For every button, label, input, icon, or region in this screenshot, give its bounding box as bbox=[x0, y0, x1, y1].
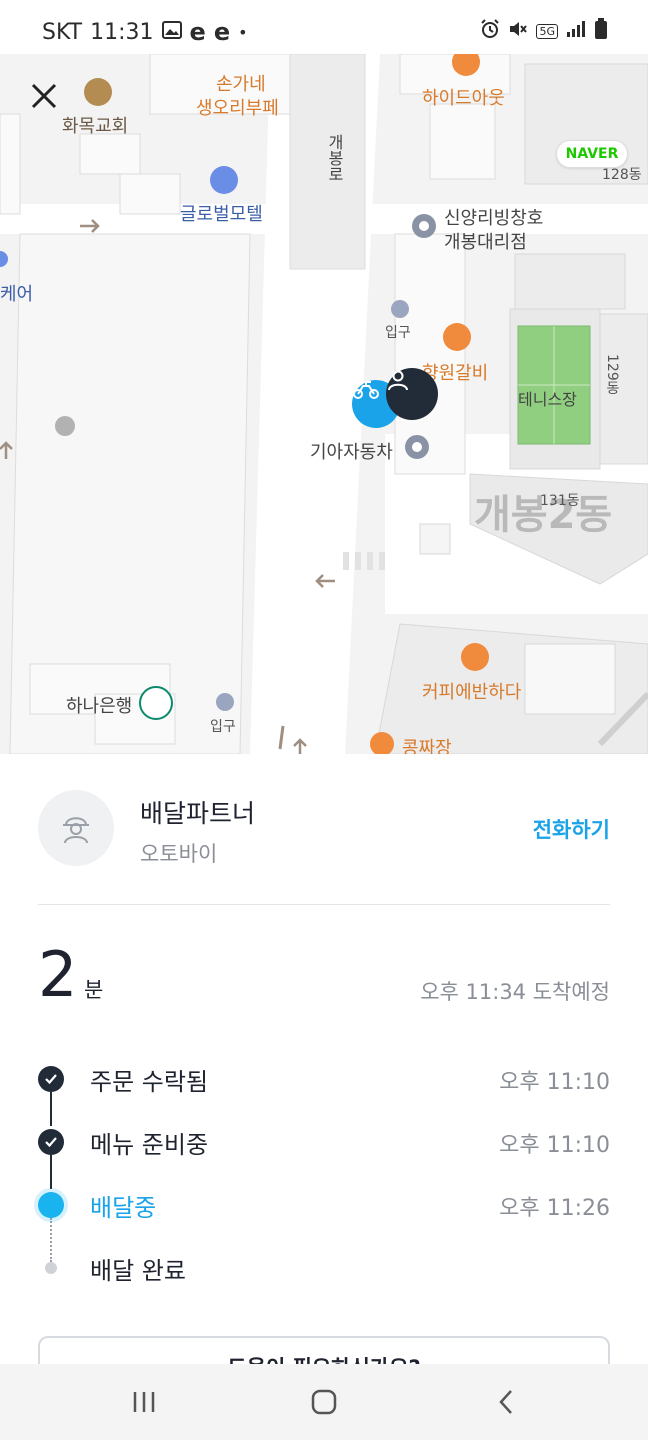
partner-row: 배달파트너 오토바이 전화하기 bbox=[38, 790, 610, 870]
recent-apps-button[interactable] bbox=[114, 1382, 174, 1422]
map-label-hana: 하나은행 bbox=[66, 696, 133, 717]
motorbike-icon bbox=[353, 381, 379, 399]
system-nav-bar bbox=[0, 1364, 648, 1440]
map-label-kongjjajang: 콩짜장 bbox=[402, 738, 452, 754]
map-label-kia: 기아자동차 bbox=[310, 442, 393, 463]
active-step-indicator bbox=[38, 1192, 64, 1218]
step-preparing: 메뉴 준비중 오후 11:10 bbox=[38, 1125, 610, 1161]
clock: 11:31 bbox=[90, 19, 154, 45]
divider bbox=[38, 904, 610, 905]
e-app-icon: e bbox=[189, 18, 206, 46]
carrier-label: SKT bbox=[42, 19, 83, 45]
alarm-icon bbox=[480, 19, 500, 43]
eta-row: 2 분 오후 11:34 도착예정 bbox=[38, 940, 610, 1010]
mute-icon bbox=[508, 19, 528, 43]
map-label-buffet-1: 손가네 bbox=[216, 74, 266, 95]
avatar bbox=[38, 790, 114, 866]
step-delivered: 배달 완료 bbox=[38, 1251, 610, 1287]
step-label: 메뉴 준비중 bbox=[90, 1131, 209, 1159]
eta-minutes: 2 bbox=[38, 938, 78, 1011]
pending-step-indicator bbox=[45, 1262, 57, 1274]
map-label-care: 케어 bbox=[0, 284, 34, 305]
eta-unit: 분 bbox=[84, 978, 104, 1002]
step-time: 오후 11:10 bbox=[499, 1070, 610, 1095]
recent-apps-icon bbox=[133, 1392, 155, 1412]
partner-vehicle: 오토바이 bbox=[140, 842, 218, 866]
naver-logo: NAVER bbox=[556, 140, 628, 168]
map-label-entrance-2: 입구 bbox=[210, 719, 236, 735]
close-icon bbox=[31, 83, 57, 109]
step-label: 배달중 bbox=[90, 1194, 157, 1222]
map-label-shop-2: 개봉대리점 bbox=[444, 232, 527, 253]
home-button[interactable] bbox=[294, 1382, 354, 1422]
step-time: 오후 11:26 bbox=[499, 1196, 610, 1221]
e-app-icon: e bbox=[213, 18, 231, 46]
status-left: SKT 11:31 e e • bbox=[42, 18, 248, 46]
step-label: 배달 완료 bbox=[90, 1257, 186, 1285]
back-icon bbox=[499, 1390, 512, 1414]
map-label-bldg-131: 131동 bbox=[540, 493, 580, 509]
signal-icon bbox=[566, 20, 586, 42]
rider-avatar-icon bbox=[63, 817, 89, 844]
dot-icon: • bbox=[238, 22, 248, 42]
step-time: 오후 11:10 bbox=[499, 1133, 610, 1158]
map-label-buffet-2: 생오리부페 bbox=[196, 98, 279, 119]
gallery-icon bbox=[161, 20, 182, 45]
call-button[interactable]: 전화하기 bbox=[533, 814, 610, 844]
network-badge: 5G bbox=[536, 23, 558, 39]
map-label-street: 개봉로 bbox=[325, 134, 344, 182]
partner-name: 배달파트너 bbox=[140, 799, 256, 828]
eta-arrival-time: 오후 11:34 도착예정 bbox=[420, 980, 610, 1004]
delivery-map[interactable]: 화목교회 손가네 생오리부페 하이드아웃 글로벌모텔 개봉로 신양리빙창호 개봉… bbox=[0, 54, 648, 754]
check-icon bbox=[38, 1066, 64, 1092]
battery-icon bbox=[594, 18, 608, 44]
map-label-tennis: 테니스장 bbox=[518, 390, 577, 409]
status-bar: SKT 11:31 e e • 5G bbox=[0, 0, 648, 54]
map-label-coffee: 커피에반하다 bbox=[422, 682, 522, 703]
map-label-bldg-129: 129동 bbox=[604, 354, 620, 395]
check-icon bbox=[38, 1129, 64, 1155]
step-delivering: 배달중 오후 11:26 bbox=[38, 1188, 610, 1224]
delivery-status-sheet: 배달파트너 오토바이 전화하기 2 분 오후 11:34 도착예정 주문 수락됨… bbox=[0, 754, 648, 1396]
map-label-shop-1: 신양리빙창호 bbox=[444, 208, 544, 229]
map-label-motel: 글로벌모텔 bbox=[180, 204, 263, 225]
step-order-accepted: 주문 수락됨 오후 11:10 bbox=[38, 1062, 610, 1098]
delivery-progress: 주문 수락됨 오후 11:10 메뉴 준비중 오후 11:10 배달중 오후 1… bbox=[38, 1062, 610, 1292]
map-label-entrance-1: 입구 bbox=[385, 325, 411, 341]
back-button[interactable] bbox=[476, 1382, 536, 1422]
status-right: 5G bbox=[480, 18, 608, 44]
person-icon bbox=[388, 370, 408, 391]
map-label-church: 화목교회 bbox=[62, 116, 129, 137]
home-icon bbox=[311, 1389, 337, 1415]
step-label: 주문 수락됨 bbox=[90, 1068, 209, 1096]
map-label-hideout: 하이드아웃 bbox=[422, 88, 505, 109]
destination-marker[interactable] bbox=[386, 368, 438, 420]
